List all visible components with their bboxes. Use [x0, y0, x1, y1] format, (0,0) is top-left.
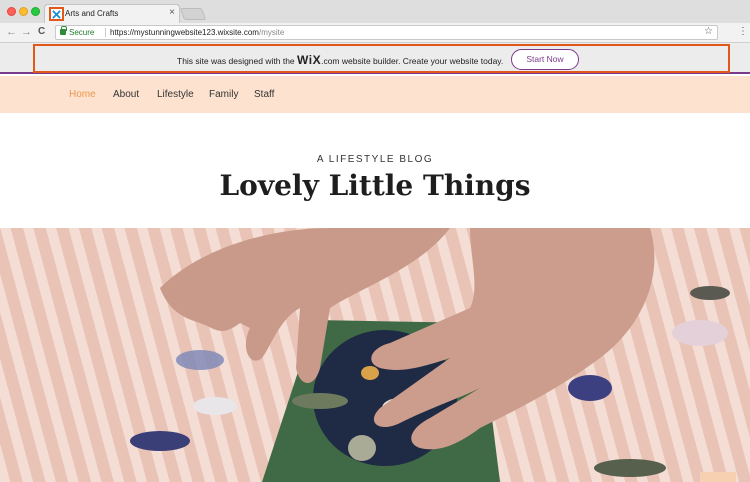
lock-icon	[60, 26, 67, 35]
secure-label: Secure	[69, 28, 95, 37]
start-now-button[interactable]: Start Now	[511, 49, 579, 70]
banner-message: This site was designed with the WiX.com …	[177, 53, 503, 67]
nav-item-home[interactable]: Home	[69, 89, 96, 100]
nav-item-about[interactable]: About	[113, 89, 139, 100]
bookmark-star-icon[interactable]: ☆	[704, 26, 713, 37]
forward-arrow-icon[interactable]: →	[21, 26, 32, 38]
banner-text-before: This site was designed with the	[177, 56, 298, 66]
url-host: https://mystunningwebsite123.wixsite.com	[110, 28, 259, 37]
url-text: https://mystunningwebsite123.wixsite.com…	[105, 28, 284, 37]
wix-promo-banner: This site was designed with the WiX.com …	[0, 43, 750, 74]
address-bar[interactable]: Secure https://mystunningwebsite123.wixs…	[55, 25, 718, 40]
url-path: /mysite	[258, 28, 285, 37]
hands-crafting-illustration	[130, 228, 736, 482]
banner-text-after: .com website builder. Create your websit…	[321, 56, 504, 66]
site-nav-bar: Home About Lifestyle Family Staff	[0, 76, 750, 113]
new-tab-button[interactable]	[179, 8, 207, 20]
hero-header: A LIFESTYLE BLOG Lovely Little Things	[0, 113, 750, 228]
back-arrow-icon[interactable]: ←	[6, 26, 17, 38]
page-title: Lovely Little Things	[219, 169, 531, 202]
banner-highlight-box: This site was designed with the WiX.com …	[33, 44, 730, 73]
hero-image	[0, 228, 750, 482]
tab-close-icon[interactable]: ×	[169, 7, 175, 18]
reload-icon[interactable]: C	[38, 26, 45, 37]
wix-favicon-icon	[49, 7, 64, 21]
browser-toolbar: ← → C Secure https://mystunningwebsite12…	[0, 23, 750, 43]
minimize-window-button[interactable]	[19, 7, 28, 16]
blog-kicker: A LIFESTYLE BLOG	[316, 154, 434, 165]
browser-tab-strip: Arts and Crafts ×	[0, 0, 750, 23]
browser-menu-icon[interactable]: ⋮	[738, 26, 748, 37]
nav-item-staff[interactable]: Staff	[254, 89, 274, 100]
close-window-button[interactable]	[7, 7, 16, 16]
wix-logo: WiX	[297, 53, 322, 67]
browser-tab[interactable]: Arts and Crafts ×	[44, 4, 180, 23]
nav-item-lifestyle[interactable]: Lifestyle	[157, 89, 194, 100]
tab-title: Arts and Crafts	[65, 9, 119, 18]
maximize-window-button[interactable]	[31, 7, 40, 16]
nav-item-family[interactable]: Family	[209, 89, 238, 100]
